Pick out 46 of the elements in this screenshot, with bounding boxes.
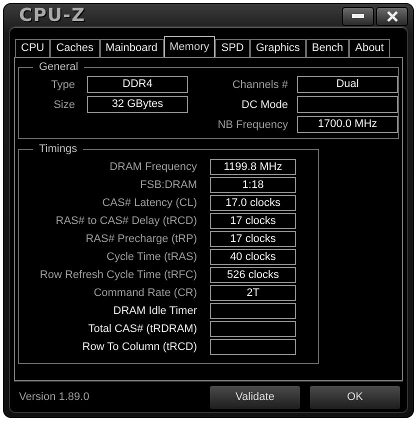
- field-label: Channels #: [231, 78, 288, 92]
- value-field: 40 clocks: [210, 249, 296, 265]
- tab[interactable]: Graphics: [250, 39, 306, 57]
- minimize-button[interactable]: [342, 6, 374, 26]
- field-label: DRAM Frequency: [108, 160, 197, 174]
- field-label: Row To Column (tRCD): [81, 340, 197, 354]
- minimize-icon: [352, 14, 364, 18]
- field-label: Row Refresh Cycle Time (tRFC): [38, 268, 197, 282]
- tab[interactable]: Caches: [50, 39, 100, 57]
- value-field: 1700.0 MHz: [297, 116, 398, 133]
- footer-button[interactable]: Validate: [209, 384, 301, 410]
- tab[interactable]: SPD: [215, 39, 250, 57]
- value-field: 526 clocks: [210, 267, 296, 283]
- tab[interactable]: About: [349, 39, 390, 57]
- value-field: 1199.8 MHz: [210, 159, 296, 175]
- group-title: Timings: [38, 143, 78, 155]
- close-button[interactable]: [376, 6, 408, 26]
- field-label: DC Mode: [240, 98, 288, 112]
- tab[interactable]: Memory: [164, 36, 216, 57]
- value-field: 2T: [210, 285, 296, 301]
- field-label: DRAM Idle Timer: [112, 304, 197, 318]
- field-label: Command Rate (CR): [92, 286, 197, 300]
- value-field: 17.0 clocks: [210, 195, 296, 211]
- field-label: CAS# Latency (CL): [101, 196, 197, 210]
- field-label: RAS# to CAS# Delay (tRCD): [54, 214, 197, 228]
- footer-button[interactable]: OK: [309, 384, 401, 410]
- close-icon: [386, 10, 398, 22]
- field-label: Type: [50, 78, 75, 92]
- window-title: CPU-Z: [19, 4, 86, 26]
- value-field: 17 clocks: [210, 231, 296, 247]
- value-field: 1:18: [210, 177, 296, 193]
- value-field: 17 clocks: [210, 213, 296, 229]
- tab[interactable]: CPU: [15, 39, 50, 57]
- version-label: Version 1.89.0: [19, 391, 90, 403]
- field-label: Cycle Time (tRAS): [106, 250, 197, 264]
- value-field: DDR4: [87, 76, 188, 93]
- field-label: Total CAS# (tRDRAM): [87, 322, 197, 336]
- field-label: RAS# Precharge (tRP): [84, 232, 197, 246]
- value-field: Dual: [297, 76, 398, 93]
- tab[interactable]: Mainboard: [100, 39, 164, 57]
- field-label: FSB:DRAM: [139, 178, 197, 192]
- field-label: NB Frequency: [216, 118, 288, 132]
- value-field: 32 GBytes: [87, 96, 188, 113]
- group-title: General: [38, 61, 80, 73]
- tab[interactable]: Bench: [306, 39, 350, 57]
- field-label: Size: [52, 98, 75, 112]
